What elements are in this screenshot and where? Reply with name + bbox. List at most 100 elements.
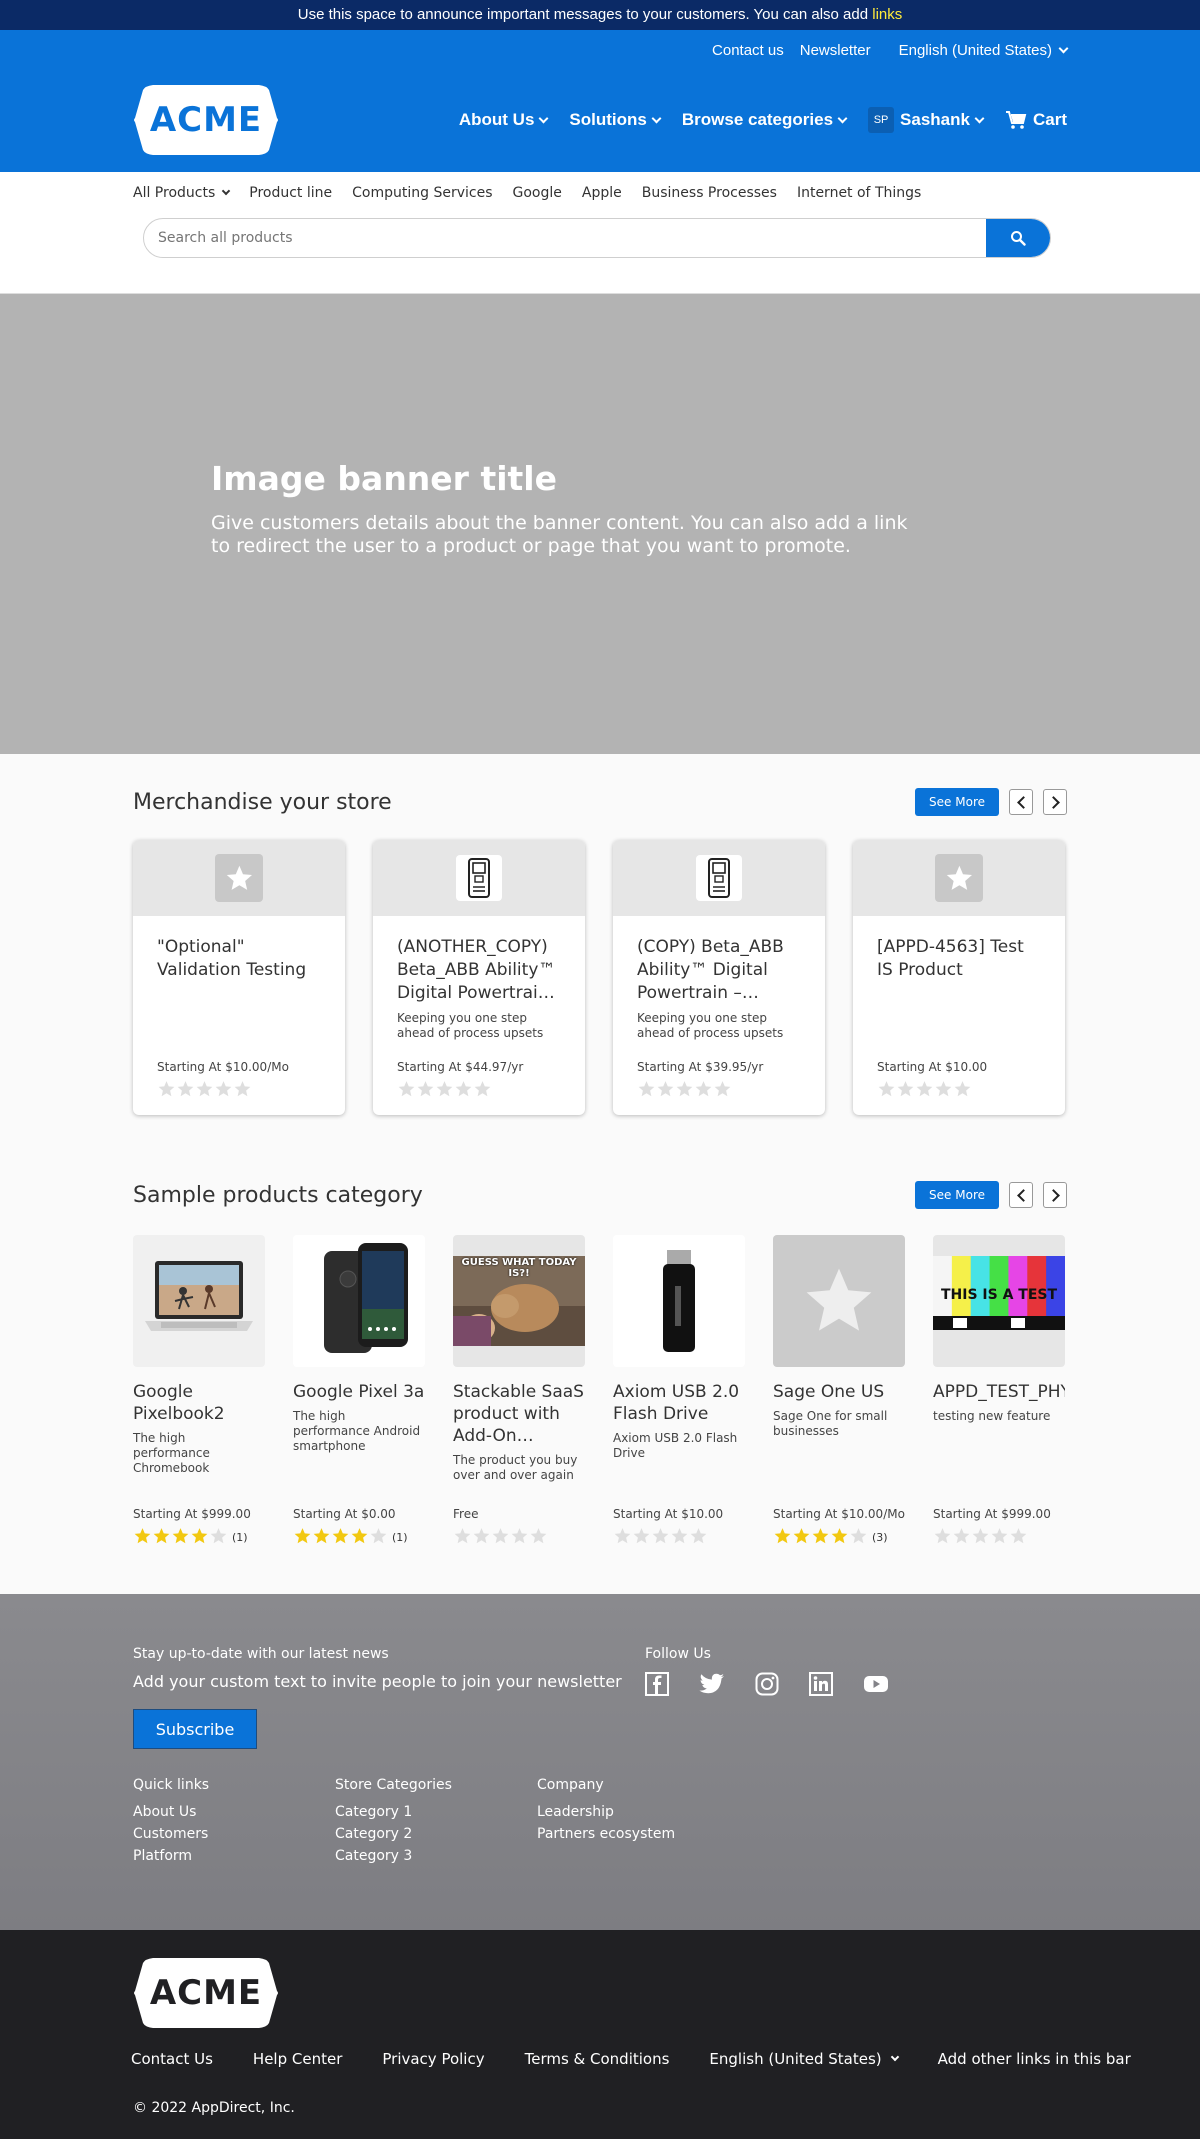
carousel-next-button[interactable] [1043, 1182, 1067, 1208]
star-empty-icon [511, 1528, 528, 1544]
footer-column-title: Company [537, 1777, 604, 1793]
avatar: SP [868, 107, 895, 133]
category-business-processes[interactable]: Business Processes [642, 185, 777, 201]
product-tile[interactable]: Google Pixel 3a The high performance Andr… [293, 1235, 425, 1555]
star-filled-icon [172, 1528, 189, 1544]
section-title: Sample products category [133, 1182, 423, 1208]
star-empty-icon [473, 1528, 490, 1544]
category-apple[interactable]: Apple [582, 185, 622, 201]
linkedin-icon[interactable] [809, 1672, 833, 1696]
carousel-prev-button[interactable] [1009, 789, 1033, 815]
user-menu[interactable]: SP Sashank [868, 107, 985, 133]
product-tile[interactable]: Axiom USB 2.0 Flash Drive Axiom USB 2.0 F… [613, 1235, 745, 1555]
bottom-link-other[interactable]: Add other links in this bar [938, 2050, 1131, 2068]
product-tile[interactable]: Sage One US Sage One for small businesses… [773, 1235, 905, 1555]
product-name: Google Pixelbook2 [133, 1382, 225, 1424]
product-card[interactable]: "Optional" Validation Testing Starting At… [133, 840, 345, 1115]
star-empty-icon [676, 1081, 693, 1097]
cart-link[interactable]: Cart [1005, 110, 1067, 130]
star-filled-icon [332, 1528, 349, 1544]
bottom-link-contact-us[interactable]: Contact Us [131, 2050, 213, 2068]
nav-solutions[interactable]: Solutions [569, 110, 662, 130]
device-icon [696, 855, 742, 901]
category-product-line[interactable]: Product line [249, 185, 332, 201]
bottom-links: Contact Us Help Center Privacy Policy Te… [131, 2050, 1131, 2068]
star-placeholder-icon [935, 854, 983, 902]
laptop-image [133, 1235, 265, 1367]
see-more-button[interactable]: See More [915, 788, 999, 816]
newsletter-label: Stay up-to-date with our latest news [133, 1646, 389, 1662]
product-card[interactable]: (ANOTHER_COPY) Beta_ABB Ability™ Digital… [373, 840, 585, 1115]
footer-link-columns: Quick links About Us Customers Platform Stor… [133, 1777, 1067, 1867]
acme-logo-footer[interactable]: ACME [133, 1953, 279, 2033]
product-tile[interactable]: GUESS WHAT TODAY IS?! Stackable SaaS prod… [453, 1235, 585, 1555]
category-computing-services[interactable]: Computing Services [352, 185, 492, 201]
footer-link[interactable]: Category 2 [335, 1823, 537, 1845]
nav-about-us[interactable]: About Us [458, 110, 549, 130]
language-selector[interactable]: English (United States) [899, 42, 1069, 59]
product-price: Starting At $39.95/yr [637, 1060, 764, 1074]
bottom-bar: ACME Contact Us Help Center Privacy Poli… [0, 1930, 1200, 2139]
product-tile[interactable]: Google Pixelbook2 The high performance Ch… [133, 1235, 265, 1555]
language-label: English (United States) [709, 2050, 882, 2068]
star-empty-icon [1010, 1528, 1027, 1544]
subscribe-button[interactable]: Subscribe [133, 1709, 257, 1749]
footer-link[interactable]: Category 1 [335, 1801, 537, 1823]
product-card[interactable]: (COPY) Beta_ABB Ability™ Digital Powertr… [613, 840, 825, 1115]
instagram-icon[interactable] [755, 1672, 779, 1696]
carousel-next-button[interactable] [1043, 789, 1067, 815]
product-price: Starting At $10.00/Mo [773, 1507, 905, 1521]
bottom-link-privacy-policy[interactable]: Privacy Policy [382, 2050, 484, 2068]
category-all-products[interactable]: All Products [133, 185, 231, 201]
see-more-button[interactable]: See More [915, 1181, 999, 1209]
carousel-prev-button[interactable] [1009, 1182, 1033, 1208]
youtube-icon[interactable] [863, 1674, 889, 1694]
product-name: Axiom USB 2.0 Flash Drive [613, 1382, 740, 1424]
star-rating [613, 1527, 708, 1548]
nav-browse-label: Browse categories [681, 110, 834, 129]
bottom-link-terms[interactable]: Terms & Conditions [525, 2050, 670, 2068]
bottom-link-help-center[interactable]: Help Center [253, 2050, 342, 2068]
footer-link[interactable]: Category 3 [335, 1845, 537, 1867]
facebook-icon[interactable] [645, 1672, 669, 1696]
category-google[interactable]: Google [513, 185, 562, 201]
footer-link[interactable]: Leadership [537, 1801, 739, 1823]
follow-us: Follow Us [645, 1646, 889, 1696]
contact-us-link[interactable]: Contact us [712, 42, 784, 59]
star-filled-icon [831, 1528, 848, 1544]
product-description: Keeping you one step ahead of process up… [397, 1011, 544, 1040]
chevron-down-icon [974, 113, 985, 123]
nav-browse-categories[interactable]: Browse categories [681, 110, 848, 130]
star-empty-icon [690, 1528, 707, 1544]
star-empty-icon [935, 1081, 952, 1097]
footer-link[interactable]: Customers [133, 1823, 335, 1845]
star-rating [397, 1081, 492, 1102]
acme-logo[interactable]: ACME [133, 80, 279, 160]
bottom-language-selector[interactable]: English (United States) [709, 2050, 899, 2068]
product-card[interactable]: [APPD-4563] Test IS Product Starting At $… [853, 840, 1065, 1115]
category-internet-of-things[interactable]: Internet of Things [797, 185, 921, 201]
newsletter-link[interactable]: Newsletter [800, 42, 871, 59]
products-carousel: Google Pixelbook2 The high performance Ch… [133, 1235, 1067, 1555]
search-button[interactable] [986, 219, 1050, 257]
product-price: Starting At $10.00/Mo [157, 1060, 289, 1074]
search-icon [1011, 231, 1026, 246]
product-name: Sage One US [773, 1382, 885, 1402]
chevron-down-icon [651, 113, 662, 123]
nav-about-label: About Us [458, 110, 535, 129]
star-empty-icon [953, 1528, 970, 1544]
announcement-link[interactable]: links [872, 6, 902, 23]
footer-link[interactable]: Platform [133, 1845, 335, 1867]
announcement-bar: Use this space to announce important mes… [0, 0, 1200, 30]
footer-link[interactable]: About Us [133, 1801, 335, 1823]
search-input[interactable] [144, 219, 986, 257]
star-empty-icon [850, 1528, 867, 1544]
footer-column: Store Categories Category 1 Category 2 Cate… [335, 1777, 537, 1867]
twitter-icon[interactable] [699, 1673, 725, 1695]
camel-meme-image: GUESS WHAT TODAY IS?! [453, 1235, 585, 1367]
star-empty-icon [714, 1081, 731, 1097]
footer-link[interactable]: Partners ecosystem [537, 1823, 739, 1845]
product-tile[interactable]: THIS IS A TEST APPD_TEST_PHYSICALtesting … [933, 1235, 1065, 1555]
product-name: Stackable SaaS product with Add-On… [453, 1382, 584, 1446]
product-card-image [373, 840, 585, 916]
